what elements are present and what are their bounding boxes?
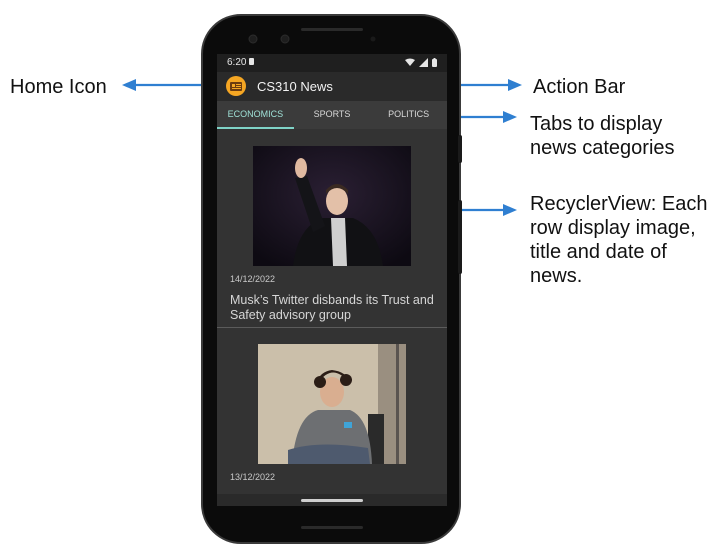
newspaper-icon[interactable] — [226, 76, 246, 96]
phone-front-sensors — [248, 28, 376, 44]
phone-bottom-speaker — [301, 526, 363, 529]
news-image-graphic — [258, 344, 406, 464]
news-image — [258, 344, 406, 464]
newspaper-glyph — [230, 82, 242, 91]
tab-economics[interactable]: ECONOMICS — [217, 101, 294, 129]
system-nav-bar — [217, 494, 447, 506]
news-row[interactable]: 14/12/2022 Musk’s Twitter disbands its T… — [217, 129, 447, 329]
status-bar: 6:20 — [217, 54, 447, 72]
status-icons — [405, 57, 437, 68]
phone-power-button — [458, 135, 462, 163]
action-bar: CS310 News — [217, 72, 447, 101]
news-image — [253, 146, 411, 266]
news-row[interactable]: 13/12/2022 — [217, 328, 447, 498]
tab-sports[interactable]: SPORTS — [294, 101, 371, 129]
news-date: 13/12/2022 — [230, 472, 276, 482]
app-title: CS310 News — [257, 79, 333, 94]
news-date: 14/12/2022 — [230, 274, 276, 284]
status-time: 6:20 — [227, 57, 247, 68]
news-image-graphic — [253, 146, 411, 266]
signal-icon — [419, 57, 429, 67]
tab-politics[interactable]: POLITICS — [370, 101, 447, 129]
phone-volume-button — [458, 200, 462, 274]
phone-screen: 6:20 CS310 News ECONOMICS SPORTS POLITIC… — [217, 54, 447, 506]
home-gesture-pill[interactable] — [301, 499, 363, 502]
category-tabs: ECONOMICS SPORTS POLITICS — [217, 101, 447, 129]
news-title: Musk’s Twitter disbands its Trust and Sa… — [230, 293, 434, 322]
notification-icon — [249, 58, 254, 65]
battery-icon — [432, 57, 437, 67]
wifi-icon — [405, 58, 416, 66]
